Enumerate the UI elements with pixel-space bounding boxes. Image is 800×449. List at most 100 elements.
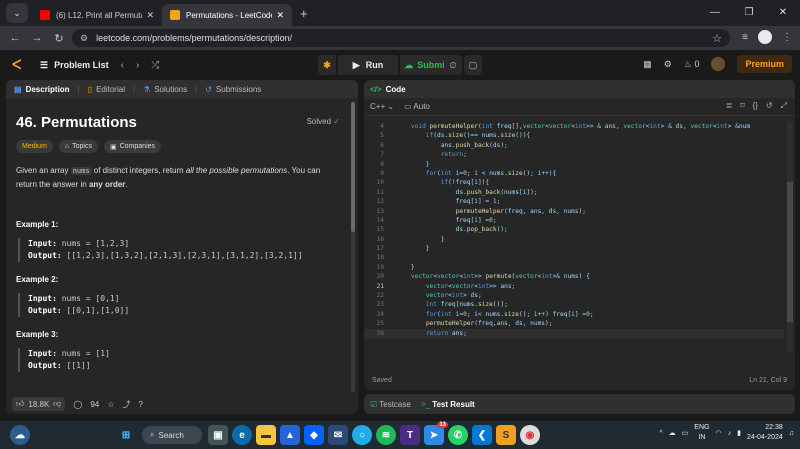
code-line[interactable]: 15 ds.pop_back(); bbox=[364, 225, 784, 234]
tab-search-button[interactable]: ⌄ bbox=[6, 3, 28, 23]
vscode-icon[interactable]: ❮ bbox=[472, 425, 492, 445]
code-line[interactable]: 14 freq[i] =0; bbox=[364, 216, 784, 225]
code-line[interactable]: 23 int freq[nums.size()]; bbox=[364, 300, 784, 309]
help-icon[interactable]: ? bbox=[138, 400, 142, 409]
code-line[interactable]: 26 return ans; bbox=[364, 328, 784, 338]
menu-kebab-icon[interactable]: ⋮ bbox=[782, 32, 792, 43]
shuffle-icon[interactable]: ⤮ bbox=[151, 60, 159, 71]
description-scrollbar[interactable] bbox=[351, 102, 355, 392]
code-line[interactable]: 10 if(!freq[i]){ bbox=[364, 178, 784, 187]
leetcode-logo-icon[interactable]: ᐸ bbox=[12, 57, 28, 73]
task-view-icon[interactable]: ▣ bbox=[208, 425, 228, 445]
chevron-up-icon[interactable]: ^ bbox=[659, 430, 662, 437]
run-button[interactable]: ▶ Run bbox=[338, 55, 398, 75]
code-line[interactable]: 11 ds.push_back(nums[i]); bbox=[364, 188, 784, 197]
minimize-icon[interactable]: — bbox=[698, 0, 732, 24]
tab-testcase[interactable]: ☑ Testcase bbox=[370, 400, 411, 409]
tab-editorial[interactable]: ▯ Editorial bbox=[84, 85, 129, 94]
code-line[interactable]: 25 permuteHelper(freq,ans, ds, nums); bbox=[364, 319, 784, 328]
sublime-icon[interactable]: S bbox=[496, 425, 516, 445]
telegram-icon[interactable]: ➤ 13 bbox=[424, 422, 448, 445]
topics-chip[interactable]: ⌂ Topics bbox=[58, 140, 98, 153]
file-explorer-icon[interactable]: ▬ bbox=[256, 425, 276, 445]
close-window-icon[interactable]: ✕ bbox=[766, 0, 800, 24]
code-line[interactable]: 6 ans.push_back(ds); bbox=[364, 141, 784, 150]
settings-gear-icon[interactable]: ⚙ bbox=[664, 59, 672, 70]
chrome-icon[interactable]: ◉ bbox=[520, 425, 540, 445]
extensions-icon[interactable]: ≡ bbox=[742, 32, 748, 43]
url-bar[interactable]: ⚙ leetcode.com/problems/permutations/des… bbox=[72, 29, 730, 47]
dropbox-icon[interactable]: ◆ bbox=[304, 425, 324, 445]
browser-tab-youtube[interactable]: (6) L12. Print all Permutations o ✕ bbox=[32, 4, 162, 26]
streak-counter[interactable]: ♨ 0 bbox=[684, 59, 700, 70]
code-line[interactable]: 9 for(int i=0; i < nums.size(); i++){ bbox=[364, 169, 784, 178]
scroll-thumb[interactable] bbox=[787, 182, 793, 322]
taskbar-search[interactable]: ⌕ Search bbox=[142, 426, 202, 444]
code-line[interactable]: 24 for(int i=0; i< nums.size(); i++) fre… bbox=[364, 310, 784, 319]
tab-description[interactable]: ▤ Description bbox=[10, 85, 74, 94]
weather-widget-icon[interactable]: ☁ bbox=[10, 425, 30, 445]
code-editor[interactable]: 4 void permuteHelper(int freq[],vector<v… bbox=[364, 122, 784, 366]
code-line[interactable]: 21 vector<vector<int>> ans; bbox=[364, 282, 784, 291]
display-icon[interactable]: ▭ bbox=[682, 429, 689, 437]
whatsapp-icon[interactable]: ✆ bbox=[448, 425, 468, 445]
code-line[interactable]: 22 vector<int> ds; bbox=[364, 291, 784, 300]
premium-button[interactable]: Premium bbox=[737, 55, 792, 73]
alexa-icon[interactable]: ○ bbox=[352, 425, 372, 445]
editor-scrollbar[interactable] bbox=[787, 122, 793, 352]
language-indicator[interactable]: ENG IN bbox=[694, 423, 709, 443]
code-line[interactable]: 4 void permuteHelper(int freq[],vector<v… bbox=[364, 122, 784, 131]
reload-icon[interactable]: ↻ bbox=[48, 32, 70, 45]
code-line[interactable]: 20 vector<vector<int>> permute(vector<in… bbox=[364, 272, 784, 281]
braces-icon[interactable]: {} bbox=[753, 101, 758, 111]
star-icon[interactable]: ☆ bbox=[107, 400, 114, 409]
code-line[interactable]: 19 } bbox=[364, 263, 784, 272]
back-icon[interactable]: ← bbox=[4, 32, 26, 44]
user-avatar[interactable] bbox=[711, 57, 726, 71]
thumbs-down-icon[interactable]: 👎︎ bbox=[53, 399, 61, 409]
edge-icon[interactable]: e bbox=[232, 425, 252, 445]
browser-tab-leetcode[interactable]: Permutations - LeetCode ✕ bbox=[162, 4, 292, 26]
code-line[interactable]: 13 permuteHelper(freq, ans, ds, nums); bbox=[364, 207, 784, 216]
code-line[interactable]: 7 return; bbox=[364, 150, 784, 159]
reset-icon[interactable]: ↺ bbox=[766, 101, 773, 111]
battery-icon[interactable]: ▮ bbox=[737, 429, 741, 437]
scroll-thumb[interactable] bbox=[351, 102, 355, 232]
language-select[interactable]: C++ ⌄ bbox=[370, 102, 394, 111]
mail-icon[interactable]: ✉ bbox=[328, 425, 348, 445]
forward-icon[interactable]: → bbox=[26, 32, 48, 44]
code-line[interactable]: 12 freq[i] = 1; bbox=[364, 197, 784, 206]
tab-submissions[interactable]: ↺ Submissions bbox=[201, 85, 265, 94]
share-icon[interactable]: ⤴ bbox=[122, 399, 130, 410]
close-tab-icon[interactable]: ✕ bbox=[276, 10, 284, 21]
close-tab-icon[interactable]: ✕ bbox=[146, 10, 154, 21]
clock[interactable]: 22:38 24-04-2024 bbox=[747, 423, 783, 443]
tab-solutions[interactable]: ⚗ Solutions bbox=[139, 85, 191, 94]
bell-icon[interactable]: ♫ bbox=[789, 430, 794, 437]
photos-icon[interactable]: ▲ bbox=[280, 425, 300, 445]
fullscreen-icon[interactable]: ⤢ bbox=[781, 101, 787, 111]
layout-icon[interactable]: ▦ bbox=[643, 59, 652, 70]
bookmark-icon[interactable]: ⌑ bbox=[740, 101, 744, 111]
onedrive-icon[interactable]: ☁ bbox=[669, 429, 676, 437]
prev-problem-icon[interactable]: ‹ bbox=[121, 60, 124, 71]
next-problem-icon[interactable]: › bbox=[136, 60, 139, 71]
comment-icon[interactable]: ◯ bbox=[73, 400, 82, 409]
like-button[interactable]: 👍︎ 18.8K 👎︎ bbox=[12, 397, 66, 411]
problem-list-button[interactable]: ☰ Problem List bbox=[40, 60, 109, 71]
notes-button[interactable]: ▢ bbox=[464, 55, 482, 75]
debug-button[interactable]: ✱ bbox=[318, 55, 336, 75]
teams-icon[interactable]: T bbox=[400, 425, 420, 445]
code-line[interactable]: 18 bbox=[364, 253, 784, 262]
code-line[interactable]: 16 } bbox=[364, 235, 784, 244]
tab-test-result[interactable]: >_ Test Result bbox=[421, 400, 475, 409]
bookmark-star-icon[interactable]: ☆ bbox=[712, 32, 722, 45]
code-line[interactable]: 17 } bbox=[364, 244, 784, 253]
windows-start-icon[interactable]: ⊞ bbox=[116, 425, 136, 445]
auto-mode-toggle[interactable]: ▭ Auto bbox=[404, 102, 430, 111]
spotify-icon[interactable]: ≋ bbox=[376, 425, 396, 445]
speaker-icon[interactable]: ♪ bbox=[728, 430, 732, 437]
format-icon[interactable]: ≣ bbox=[726, 101, 733, 111]
companies-chip[interactable]: ▣ Companies bbox=[103, 140, 162, 153]
profile-avatar[interactable] bbox=[758, 30, 772, 44]
